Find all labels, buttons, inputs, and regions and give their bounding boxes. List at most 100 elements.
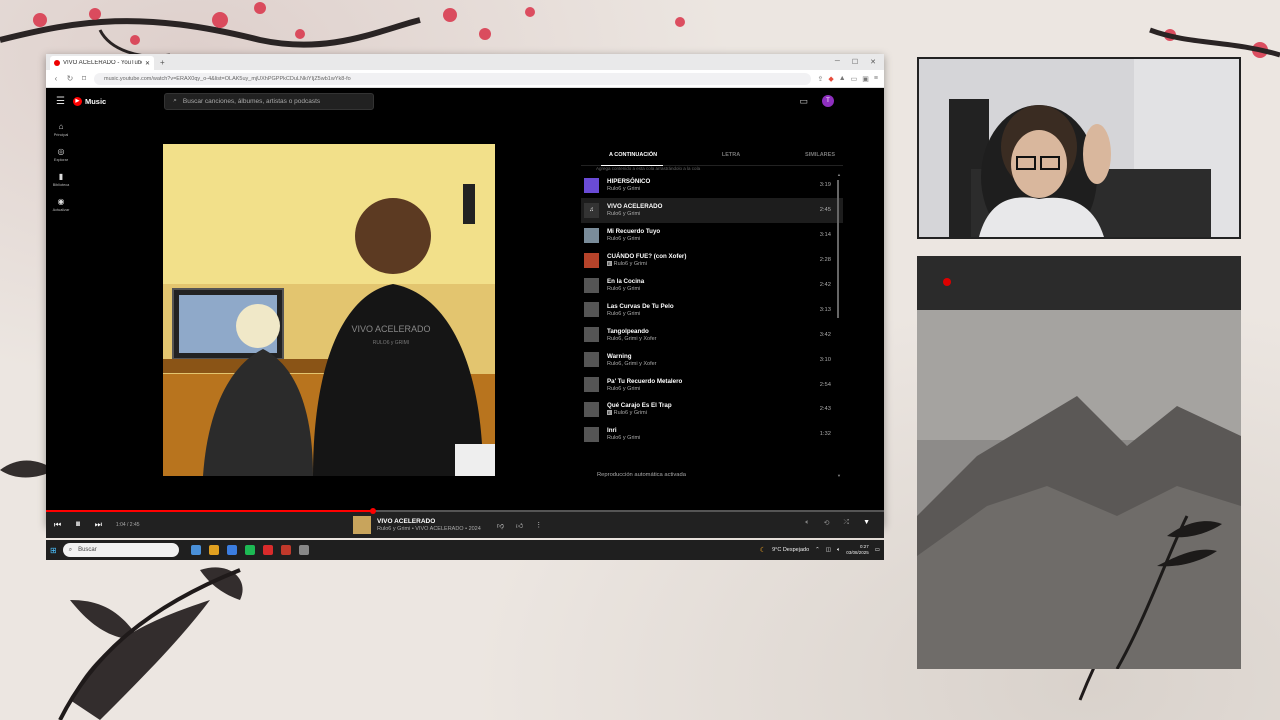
tab-related[interactable]: SIMILARES <box>805 152 835 158</box>
queue-item-thumbnail[interactable] <box>584 352 599 368</box>
taskbar-search[interactable]: ⌕ Buscar <box>62 543 179 557</box>
queue-item[interactable]: CUÁNDO FUE? (con Xofer) E Rulo6 y Grimi 2:2… <box>581 248 843 273</box>
tab-lyrics[interactable]: LETRA <box>722 152 740 158</box>
taskbar-app-icon[interactable] <box>298 545 309 555</box>
maximize-icon[interactable]: ☐ <box>852 58 858 66</box>
queue-item[interactable]: Inri Rulo6 y Grimi 1:32 <box>581 422 843 447</box>
scroll-down-icon[interactable]: ▼ <box>837 473 841 478</box>
sidebar-item-explorar[interactable]: ◎ Explorar <box>54 147 68 162</box>
taskbar-app-icon[interactable] <box>244 545 255 555</box>
now-playing-thumbnail[interactable] <box>353 516 371 534</box>
sidebar-item-actualizar[interactable]: ◉ Actualizar <box>53 197 70 212</box>
ytmusic-logo[interactable]: ▶ Music <box>72 96 106 106</box>
queue-item-thumbnail[interactable] <box>584 426 599 442</box>
notifications-icon[interactable]: ▭ <box>875 547 880 553</box>
hamburger-menu-icon[interactable]: ☰ <box>56 96 65 107</box>
pause-icon[interactable]: ⏸ <box>75 518 81 531</box>
share-icon[interactable]: ⇪ <box>817 75 823 83</box>
queue-item-thumbnail[interactable] <box>584 302 599 318</box>
volume-tray-icon[interactable]: 🔈︎ <box>837 547 840 554</box>
stream-panel <box>917 256 1241 669</box>
tab-bar: VIVO ACELERADO - YouTube ✕ + ─ ☐ ✕ <box>46 54 884 70</box>
taskbar-app-icon[interactable] <box>226 545 237 555</box>
extension-icon[interactable]: ▲ <box>839 75 846 83</box>
queue-item[interactable]: Pa' Tu Recuerdo Metalero Rulo6 y Grimi 2:5… <box>581 372 843 397</box>
sidebar-item-principal[interactable]: ⌂ Principal <box>54 122 69 137</box>
expand-player-icon[interactable]: ▼ <box>863 519 870 527</box>
tray-chevron-icon[interactable]: ⌃ <box>815 547 820 553</box>
bookmark-icon[interactable]: ⌑ <box>80 74 88 83</box>
queue-item-artist: E Rulo6 y Grimi <box>607 410 820 416</box>
now-playing-eq-icon[interactable]: ♫ <box>584 202 599 218</box>
now-playing-title[interactable]: VIVO ACELERADO <box>377 518 481 525</box>
now-playing-subtitle[interactable]: Rulo6 y Grimi • VIVO ACELERADO • 2024 <box>377 526 481 532</box>
brave-shield-icon[interactable]: ◆ <box>828 75 833 83</box>
previous-icon[interactable]: ⏮ <box>54 520 61 530</box>
next-icon[interactable]: ⏭ <box>95 520 102 530</box>
back-icon[interactable]: ‹ <box>52 74 60 83</box>
progress-bar[interactable] <box>46 508 884 514</box>
queue-item[interactable]: Tangolpeando Rulo6, Grimi y Xofer 3:42 <box>581 322 843 347</box>
new-tab-icon[interactable]: + <box>160 58 165 67</box>
clock-date: 03/08/2025 <box>846 550 869 555</box>
rating-actions: 👎︎ 👍︎ ⋮ <box>497 521 542 530</box>
sidebar-item-biblioteca[interactable]: ▮ Biblioteca <box>53 172 69 187</box>
queue-item[interactable]: HIPERSÓNICO Rulo6 y Grimi 3:19 <box>581 173 843 198</box>
progress-knob[interactable] <box>369 508 376 514</box>
search-box[interactable]: ⌕ Buscar canciones, álbumes, artistas o … <box>164 92 375 110</box>
taskbar-app-icon[interactable] <box>208 545 219 555</box>
scroll-up-icon[interactable]: ▲ <box>837 172 841 177</box>
autoplay-status[interactable]: Reproducción automática activada <box>597 472 686 478</box>
weather-text[interactable]: 9°C Despejado <box>772 547 809 553</box>
close-tab-icon[interactable]: ✕ <box>145 60 150 67</box>
dislike-icon[interactable]: 👎︎ <box>497 521 504 530</box>
queue-item[interactable]: Warning Rulo6, Grimi y Xofer 3:10 <box>581 347 843 372</box>
queue-item-duration: 3:42 <box>819 331 831 338</box>
taskbar-app-icon[interactable] <box>190 545 201 555</box>
queue-item-thumbnail[interactable] <box>584 401 599 417</box>
cast-icon[interactable]: ▭ <box>799 96 808 107</box>
queue-item-artist-text: Rulo6 y Grimi <box>613 410 647 417</box>
clock[interactable]: 0:27 03/08/2025 <box>846 544 869 556</box>
sidebar-toggle-icon[interactable]: ▭ <box>851 75 858 83</box>
wallet-icon[interactable]: ▣ <box>862 75 869 83</box>
shuffle-icon[interactable]: ⤮ <box>843 519 849 527</box>
network-icon[interactable]: ◫ <box>826 547 831 553</box>
menu-dots-icon[interactable]: ≡ <box>874 75 878 83</box>
volume-icon[interactable]: 🔈︎ <box>805 519 809 527</box>
queue-scrollbar[interactable] <box>837 180 839 318</box>
queue-item-thumbnail[interactable] <box>584 327 599 343</box>
search-input[interactable]: Buscar canciones, álbumes, artistas o po… <box>183 98 320 105</box>
url-field[interactable]: music.youtube.com/watch?v=ERAX0qy_o-4&li… <box>94 72 812 85</box>
queue-item[interactable]: Las Curvas De Tu Pelo Rulo6 y Grimi 3:13 <box>581 297 843 322</box>
artwork-image: VIVO ACELERADO RULO6 y GRIMI <box>163 144 495 476</box>
queue-item-artist-text: Rulo6, Grimi y Xofer <box>607 335 657 342</box>
sidebar-item-label: Biblioteca <box>52 183 70 187</box>
queue-item-info: VIVO ACELERADO Rulo6 y Grimi <box>607 203 820 217</box>
taskbar-app-icon[interactable] <box>280 545 291 555</box>
minimize-icon[interactable]: ─ <box>835 58 840 66</box>
repeat-icon[interactable]: ⟲ <box>824 519 830 527</box>
avatar[interactable]: T <box>822 95 834 107</box>
queue-item[interactable]: ♫ VIVO ACELERADO Rulo6 y Grimi 2:45 <box>581 197 843 223</box>
queue-item-thumbnail[interactable] <box>584 277 599 293</box>
queue-item-title: Tangolpeando <box>607 327 649 335</box>
queue-item-thumbnail[interactable] <box>584 227 599 243</box>
queue-item-title: VIVO ACELERADO <box>607 203 663 211</box>
taskbar-app-icon[interactable] <box>262 545 273 555</box>
tab-up-next[interactable]: A CONTINUACIÓN <box>609 152 657 158</box>
more-options-icon[interactable]: ⋮ <box>535 521 542 530</box>
queue-item-thumbnail[interactable] <box>584 252 599 268</box>
queue-item-thumbnail[interactable] <box>584 177 599 193</box>
close-window-icon[interactable]: ✕ <box>870 58 876 66</box>
browser-tab[interactable]: VIVO ACELERADO - YouTube ✕ <box>50 56 154 70</box>
reload-icon[interactable]: ↻ <box>66 74 74 83</box>
queue-item[interactable]: Qué Carajo Es El Trap E Rulo6 y Grimi 2:43 <box>581 397 843 422</box>
queue-item-duration: 3:10 <box>819 356 831 363</box>
queue-item-thumbnail[interactable] <box>584 377 599 393</box>
queue-item[interactable]: Mi Recuerdo Tuyo Rulo6 y Grimi 3:14 <box>581 223 843 248</box>
like-icon[interactable]: 👍︎ <box>516 521 523 530</box>
system-tray: ☾ 9°C Despejado ⌃ ◫ 🔈︎ 0:27 03/08/2025 ▭ <box>760 544 880 556</box>
windows-start-icon[interactable]: ⊞ <box>50 546 57 555</box>
queue-item[interactable]: En la Cocina Rulo6 y Grimi 2:42 <box>581 273 843 298</box>
